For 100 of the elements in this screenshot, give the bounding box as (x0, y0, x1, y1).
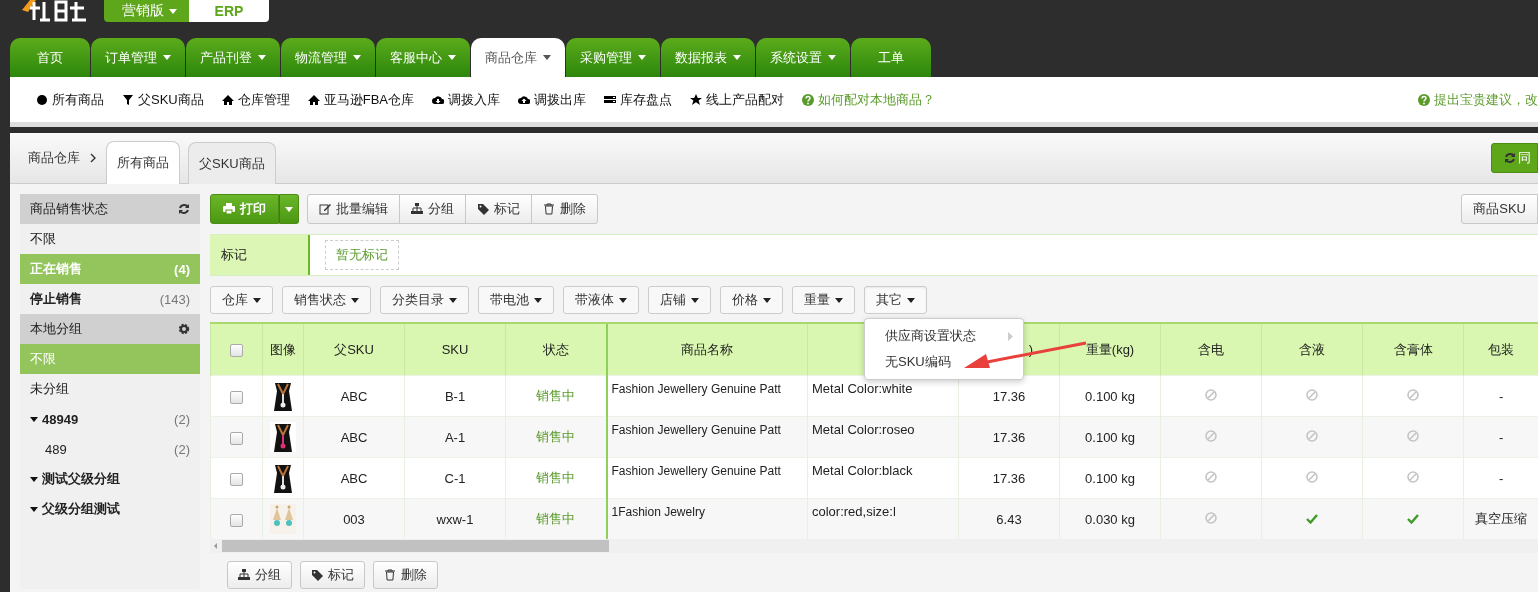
filter-dropdown[interactable]: 价格 (720, 286, 783, 314)
check-icon (1407, 513, 1419, 524)
status-text: 销售中 (536, 511, 576, 526)
column-header: 含膏体 (1393, 341, 1433, 357)
caret-icon (30, 416, 38, 422)
column-header: 状态 (542, 341, 569, 357)
select-all-checkbox[interactable] (230, 344, 243, 358)
table-cell: 0.100 kg (1085, 388, 1135, 404)
filter-dropdown[interactable]: 带液体 (563, 286, 639, 314)
filter-icon (122, 93, 134, 106)
caret-icon (353, 55, 361, 60)
caret-icon (351, 297, 359, 303)
nav-tab[interactable]: 订单管理 (91, 38, 185, 77)
nav-tab[interactable]: 产品刊登 (186, 38, 280, 77)
filter-dropdown[interactable]: 重量 (792, 286, 855, 314)
help-link[interactable]: 如何配对本地商品？ (802, 90, 936, 109)
filter-dropdown[interactable]: 分类目录 (380, 286, 469, 314)
subnav-link[interactable]: 线上产品配对 (690, 90, 785, 109)
ban-icon (1205, 429, 1217, 442)
subnav-link[interactable]: 父SKU商品 (122, 90, 204, 109)
ban-icon (1205, 511, 1217, 524)
sidebar-item[interactable]: 不限 (20, 224, 200, 254)
toolbar-button[interactable]: 分组 (399, 194, 466, 224)
ban-icon (1407, 388, 1419, 401)
nav-tab[interactable]: 客服中心 (376, 38, 470, 77)
subnav-link[interactable]: 所有商品 (36, 90, 104, 109)
filter-dropdown[interactable]: 其它 (864, 286, 927, 314)
toolbar-button[interactable]: 删除 (531, 194, 598, 224)
row-checkbox[interactable] (230, 513, 243, 527)
printer-icon (223, 203, 235, 215)
sidebar-item[interactable]: 父级分组测试 (20, 494, 200, 524)
footer-button[interactable]: 分组 (227, 561, 292, 589)
status-text: 销售中 (536, 429, 576, 444)
caret-icon (253, 297, 261, 303)
cloud-download-icon (432, 93, 445, 106)
filter-dropdown[interactable]: 带电池 (478, 286, 554, 314)
sidebar-item[interactable]: 测试父级分组 (20, 464, 200, 494)
caret-icon (30, 506, 38, 512)
table-cell: 1Fashion Jewelry (611, 505, 705, 519)
caret-icon (907, 297, 915, 303)
star-icon (690, 93, 703, 106)
page-tab[interactable]: 父SKU商品 (188, 142, 276, 184)
column-header: 父SKU (334, 341, 374, 357)
ban-icon (1407, 470, 1419, 483)
chevron-icon (90, 153, 96, 163)
table-cell: Fashion Jewellery Genuine Patt (611, 423, 781, 437)
toolbar-button[interactable]: 批量编辑 (307, 194, 400, 224)
sidebar-item[interactable]: 未分组 (20, 374, 200, 404)
column-header: 图像 (270, 341, 296, 357)
nav-tab[interactable]: 物流管理 (281, 38, 375, 77)
filter-dropdown[interactable]: 店铺 (648, 286, 711, 314)
filter-dropdown[interactable]: 仓库 (210, 286, 273, 314)
row-checkbox[interactable] (230, 431, 243, 445)
caret-icon (733, 55, 741, 60)
table-cell: 17.36 (992, 429, 1026, 445)
filter-dropdown[interactable]: 销售状态 (282, 286, 371, 314)
subnav-link[interactable]: 库存盘点 (604, 90, 673, 109)
toolbar-button[interactable]: 标记 (465, 194, 532, 224)
caret-icon (448, 55, 456, 60)
table-cell: A-1 (444, 429, 466, 445)
sidebar-item[interactable]: 48949 (2) (20, 404, 200, 434)
breadcrumb[interactable]: 商品仓库 (28, 149, 80, 167)
caret-icon (619, 297, 627, 303)
row-checkbox[interactable] (230, 472, 243, 486)
subnav-link[interactable]: 仓库管理 (221, 90, 290, 109)
logo-drawing (20, 0, 86, 22)
page-tab[interactable]: 所有商品 (106, 141, 180, 184)
print-menu-button[interactable] (279, 194, 299, 224)
menu-item[interactable]: 无SKU编码 (865, 349, 1023, 375)
subnav-link[interactable]: 亚马逊FBA仓库 (307, 90, 415, 109)
subnav-link[interactable]: 调拨入库 (432, 90, 501, 109)
sitemap-icon (238, 569, 250, 581)
feedback-link[interactable]: 提出宝贵建议，改 (1418, 90, 1538, 109)
sidebar-item[interactable]: 停止销售 (143) (20, 284, 200, 314)
table-cell: - (1499, 429, 1504, 445)
server-icon (604, 93, 617, 106)
row-checkbox[interactable] (230, 390, 243, 404)
home-icon (221, 93, 234, 106)
sidebar-item[interactable]: 489 (2) (20, 434, 200, 464)
ban-icon (1306, 429, 1318, 442)
table-cell: 真空压缩 (1475, 511, 1528, 526)
nav-tab[interactable]: 商品仓库 (471, 38, 565, 77)
help-icon (802, 93, 815, 106)
footer-button[interactable]: 删除 (373, 561, 438, 589)
trash-icon (384, 569, 396, 581)
footer-button[interactable]: 标记 (300, 561, 365, 589)
caret-icon (449, 297, 457, 303)
caret-icon (258, 55, 266, 60)
subnav-link[interactable]: 调拨出库 (518, 90, 587, 109)
scrollbar[interactable] (210, 539, 1538, 553)
nav-tab[interactable]: 工单 (851, 38, 931, 77)
table-cell: - (1499, 470, 1504, 486)
menu-item[interactable]: 供应商设置状态 (865, 323, 1023, 349)
nav-tab[interactable]: 首页 (10, 38, 90, 77)
table-cell: ABC (340, 388, 368, 404)
cloud-upload-icon (518, 93, 531, 106)
nav-tab[interactable]: 数据报表 (661, 38, 755, 77)
nav-tab[interactable]: 采购管理 (566, 38, 660, 77)
nav-tab[interactable]: 系统设置 (756, 38, 850, 77)
sku-button[interactable]: 商品SKU (1461, 194, 1538, 224)
